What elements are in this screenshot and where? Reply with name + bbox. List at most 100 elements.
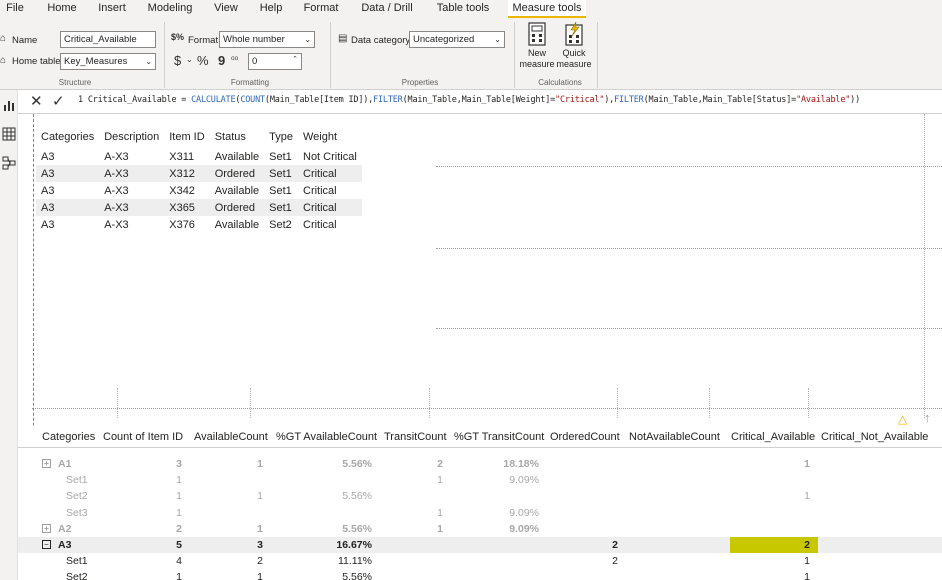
grid-line [436,166,942,167]
table-row[interactable]: A3 A-X3 X376 Available Set2 Critical [36,216,362,233]
tab-measure-tools[interactable]: Measure tools [508,0,586,18]
tab-table-tools[interactable]: Table tools [432,0,494,18]
currency-button[interactable]: $ [174,53,181,68]
name-label: Name [12,35,38,46]
matrix-column-header[interactable]: Categories [42,431,95,443]
grid-line [617,388,618,418]
matrix-row-label: A3 [58,539,72,551]
table-row[interactable]: A3 A-X3 X311 Available Set1 Not Critical [36,148,362,165]
tab-file[interactable]: File [4,0,26,18]
formula-str-critical: "Critical" [555,95,605,105]
matrix-row[interactable]: Set3 1 1 9.09% [18,505,942,521]
matrix-column-header[interactable]: AvailableCount [194,431,268,443]
table-row[interactable]: A3 A-X3 X365 Ordered Set1 Critical [36,199,362,216]
table-icon: ⌂ [0,55,7,66]
grid-line [250,388,251,418]
divider [514,22,515,88]
matrix-cell: 1 [804,490,810,503]
table-cell: A-X3 [99,199,165,216]
collapse-icon[interactable]: − [42,540,51,549]
data-category-value: Uncategorized [413,34,475,45]
table-cell: Critical [303,218,337,231]
chevron-up-icon[interactable]: ⌃ [292,54,298,67]
formatting-group-label: Formatting [230,78,270,87]
quick-measure-button[interactable]: Quick measure [556,22,592,70]
matrix-row[interactable]: Set2 1 1 5.56% 1 [18,569,942,580]
measure-name-input[interactable]: Critical_Available [60,31,156,48]
matrix-row-label: Set1 [66,474,88,487]
matrix-row[interactable]: Set1 1 1 9.09% [18,472,942,488]
column-header[interactable]: Item ID [164,126,209,148]
table-cell: Set1 [264,199,298,216]
matrix-row[interactable]: + A2 2 1 5.56% 1 9.09% [18,521,942,537]
column-header[interactable]: Status [210,126,264,148]
table-cell: Available [214,218,260,231]
table-row[interactable]: A3 A-X3 X312 Ordered Set1 Critical [36,165,362,182]
cancel-formula-icon[interactable]: ✕ [30,92,43,110]
column-header[interactable]: Weight [298,126,362,148]
detail-table[interactable]: Categories Description Item ID Status Ty… [36,126,362,233]
home-table-select[interactable]: Key_Measures ⌄ [60,53,156,70]
column-header[interactable]: Type [264,126,298,148]
matrix-column-header[interactable]: NotAvailableCount [629,431,720,443]
formula-close-2: )) [850,95,860,105]
grid-line [924,114,925,418]
matrix-column-header[interactable]: %GT TransitCount [454,431,544,443]
comma-button[interactable]: 9 [218,53,225,68]
new-measure-button[interactable]: New measure [518,22,556,70]
model-view-icon[interactable] [2,156,16,170]
table-row[interactable]: A3 A-X3 X342 Available Set1 Critical [36,182,362,199]
new-measure-label-1: New [527,48,546,58]
matrix-column-header[interactable]: Critical_Not_Available [821,431,928,443]
matrix-column-header[interactable]: TransitCount [384,431,447,443]
column-header[interactable]: Categories [36,126,99,148]
divider [597,22,598,88]
tab-format[interactable]: Format [298,0,344,18]
matrix-column-header[interactable]: Count of Item ID [103,431,183,443]
matrix-cell: 5.56% [342,522,372,535]
matrix-cell: 9.09% [509,474,539,487]
tab-help[interactable]: Help [258,0,284,18]
properties-group-label: Properties [401,78,439,87]
matrix-cell: 2 [612,555,618,568]
decimal-icon[interactable]: ⁰⁰ [231,55,238,66]
report-view-icon[interactable] [2,98,16,112]
tab-view[interactable]: View [212,0,240,18]
matrix-row[interactable]: − A3 5 3 16.67% 2 2 [18,537,942,553]
matrix-row[interactable]: + A1 3 1 5.56% 2 18.18% 1 [18,456,942,472]
matrix-column-header[interactable]: %GT AvailableCount [276,431,377,443]
percent-button[interactable]: % [197,53,209,68]
matrix-visual[interactable]: Categories Count of Item ID AvailableCou… [18,426,942,580]
table-cell: A-X3 [99,165,165,182]
format-select[interactable]: Whole number ⌄ [219,31,315,48]
table-cell: Available [214,184,260,197]
line-number: 1 [78,95,83,105]
data-view-icon[interactable] [2,127,16,141]
decimal-places-stepper[interactable]: 0 ⌃ [248,53,302,70]
table-cell: Ordered [209,165,265,182]
commit-formula-icon[interactable]: ✓ [52,92,65,110]
matrix-row[interactable]: Set2 1 1 5.56% 1 [18,488,942,504]
expand-icon[interactable]: + [42,459,51,468]
chevron-down-icon[interactable]: ⌄ [186,55,193,64]
tab-data-drill[interactable]: Data / Drill [356,0,418,18]
matrix-cell: 1 [437,506,443,519]
data-category-icon: ▤ [338,33,348,44]
matrix-row[interactable]: Set1 4 2 11.11% 2 1 [18,553,942,569]
tab-insert[interactable]: Insert [96,0,128,18]
formula-editor[interactable]: 1 Critical_Available = CALCULATE(COUNT(M… [78,95,860,105]
tab-home[interactable]: Home [46,0,78,18]
quick-measure-label-2: measure [556,59,592,69]
warning-icon[interactable]: △ [898,412,907,426]
arrow-up-icon[interactable]: ↑ [924,410,931,425]
matrix-cell: 1 [257,522,263,535]
matrix-column-header[interactable]: OrderedCount [550,431,620,443]
home-table-label: Home table [12,56,61,67]
matrix-cell: 3 [176,458,182,470]
expand-icon[interactable]: + [42,523,51,533]
tab-modeling[interactable]: Modeling [146,0,194,18]
column-header[interactable]: Description [99,126,164,148]
data-category-select[interactable]: Uncategorized ⌄ [409,31,505,48]
matrix-column-header[interactable]: Critical_Available [731,431,815,443]
table-cell: A-X3 [104,218,129,231]
